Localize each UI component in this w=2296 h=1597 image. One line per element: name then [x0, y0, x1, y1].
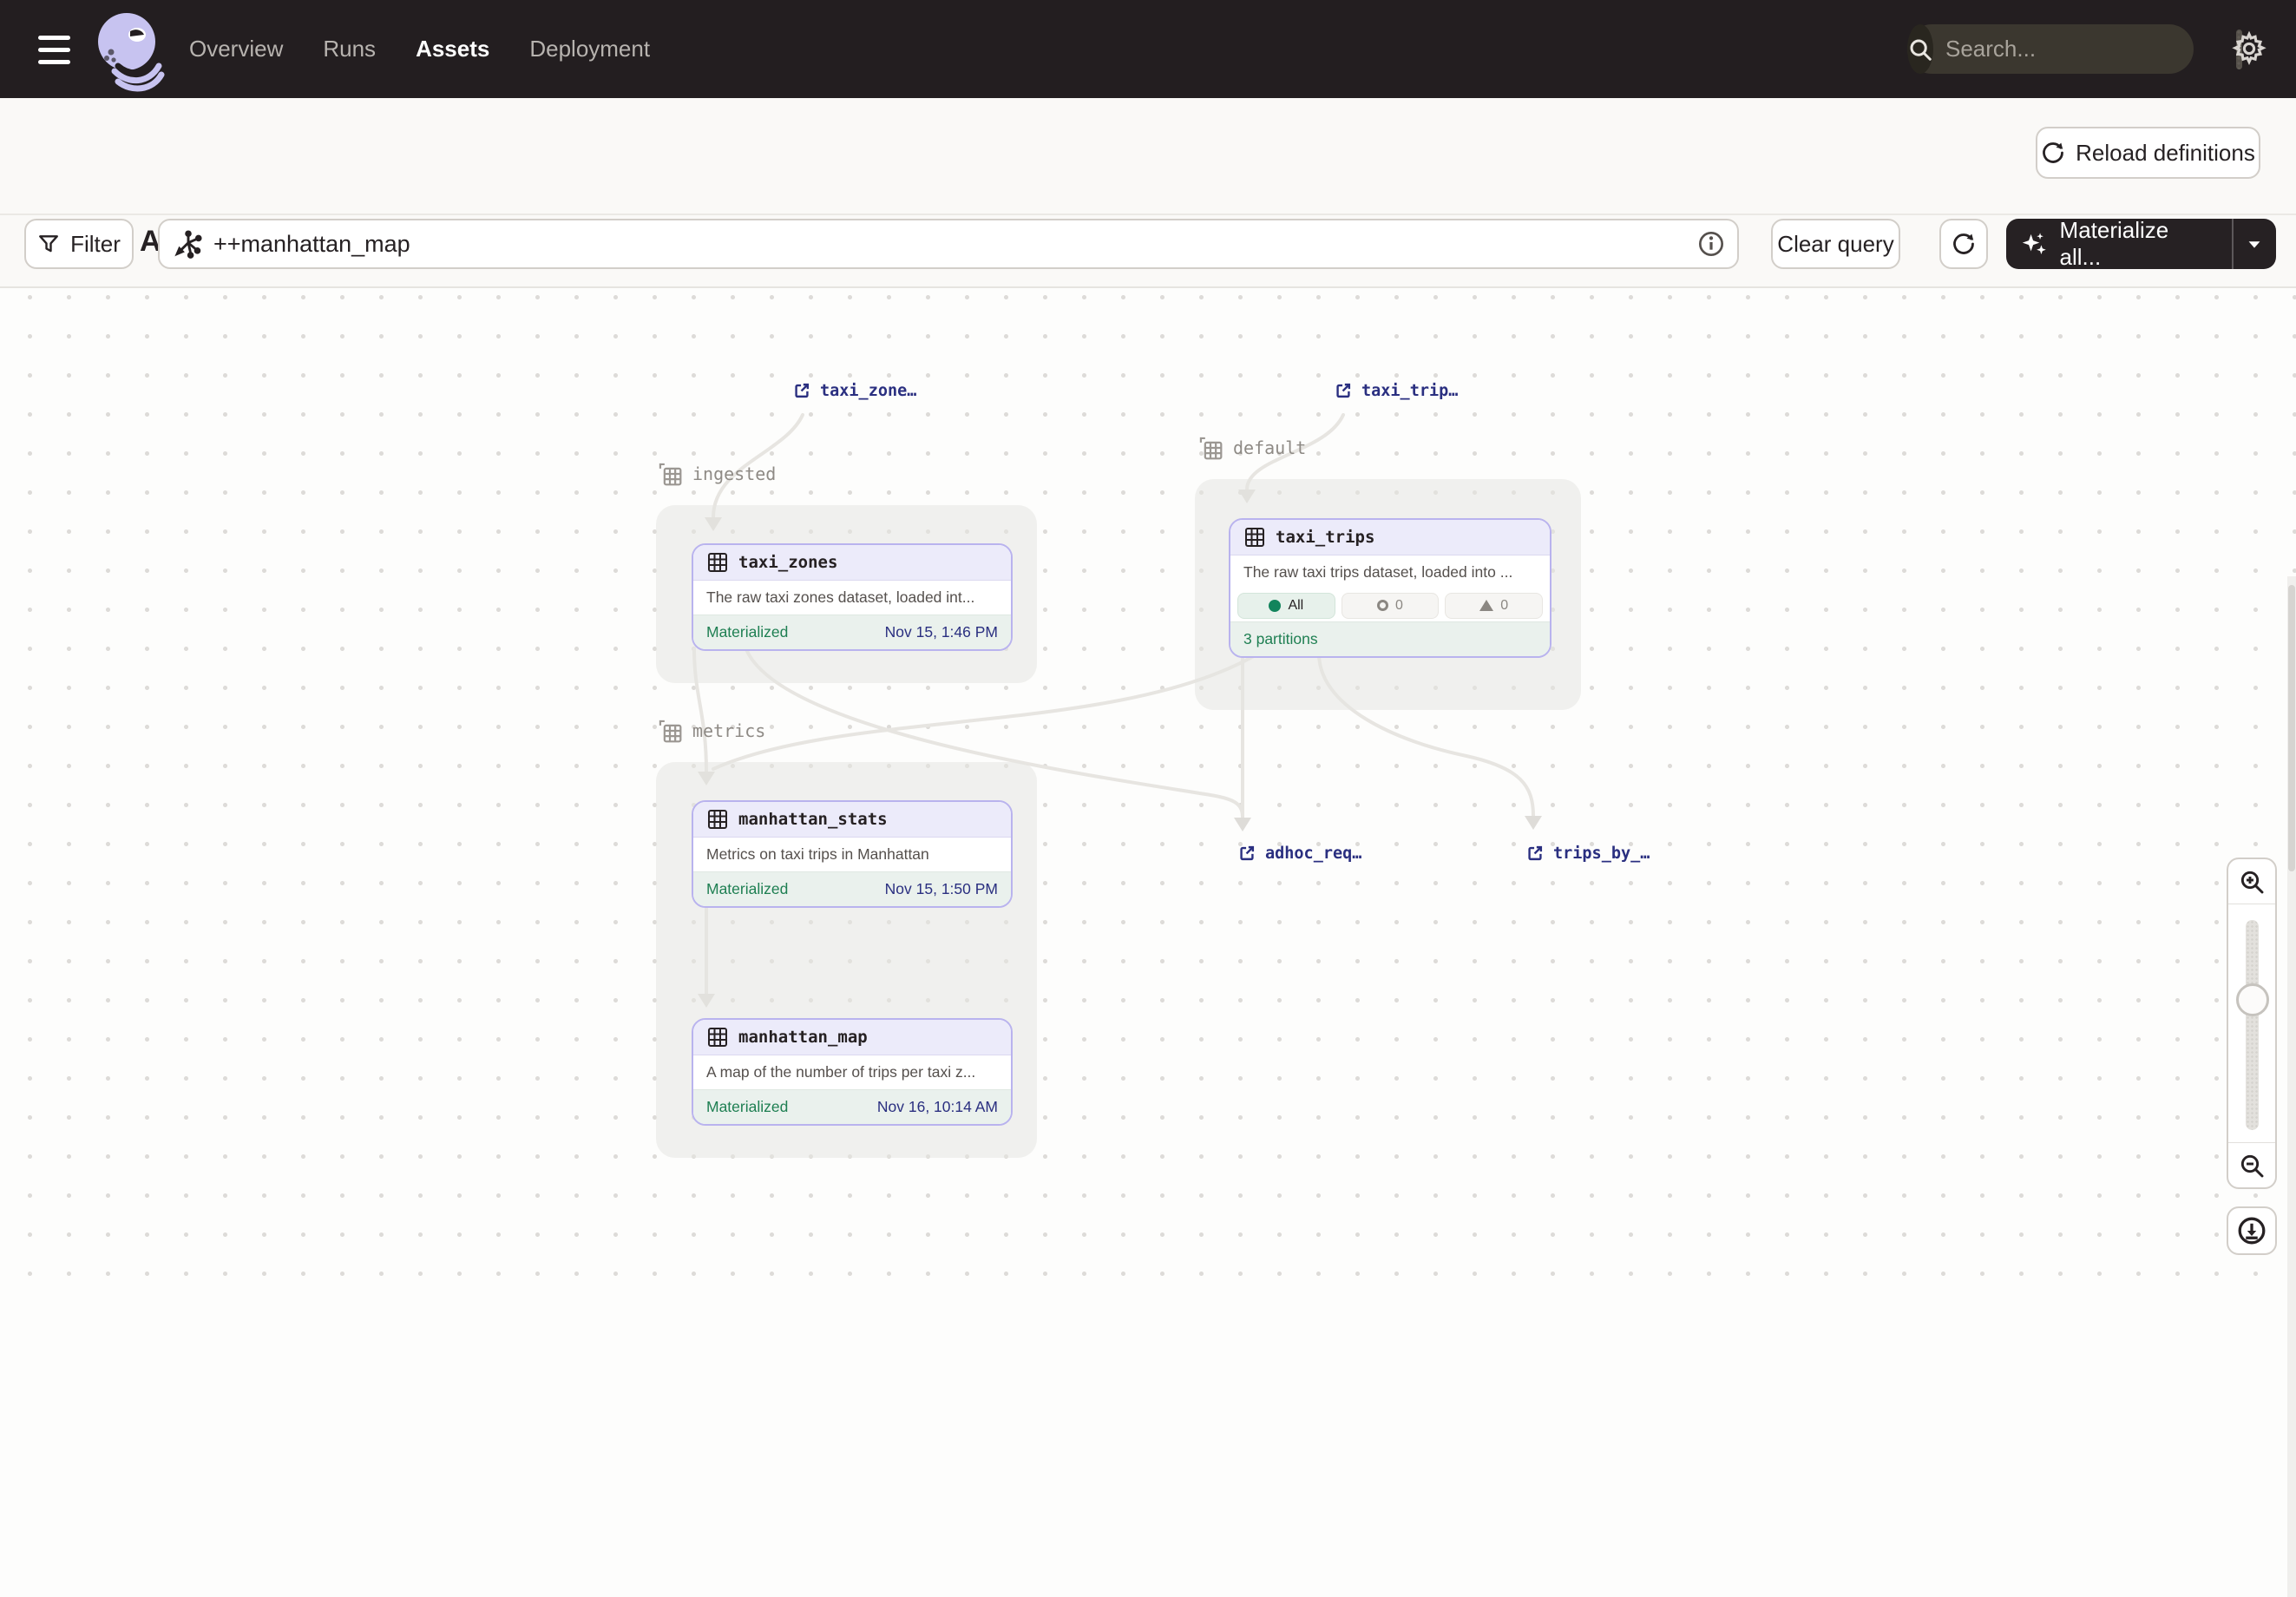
asset-name: taxi_zones	[738, 553, 837, 572]
table-icon	[706, 1026, 729, 1048]
refresh-graph-button[interactable]	[1939, 219, 1988, 269]
filter-funnel-icon	[37, 233, 60, 255]
chevron-down-icon	[2245, 234, 2264, 253]
download-graph-button[interactable]	[2227, 1206, 2277, 1255]
group-table-icon	[656, 717, 684, 745]
sparkle-icon	[2020, 229, 2050, 259]
header-divider	[0, 214, 2296, 215]
external-asset-taxi-trips-file[interactable]: taxi_trip…	[1334, 381, 1458, 400]
group-table-icon	[656, 460, 684, 488]
partitions-failed-badge[interactable]: 0	[1445, 593, 1543, 619]
materialization-timestamp[interactable]: Nov 15, 1:46 PM	[885, 623, 998, 641]
external-link-icon	[1237, 844, 1256, 863]
group-label-metrics[interactable]: metrics	[656, 717, 765, 745]
external-asset-trips-by-week[interactable]: trips_by_…	[1525, 844, 1650, 863]
global-search[interactable]: /	[1907, 24, 2194, 74]
zoom-in-icon	[2238, 868, 2266, 896]
status-badge: Materialized	[706, 880, 788, 898]
table-icon	[706, 551, 729, 574]
dagster-logo	[92, 7, 167, 92]
zoom-slider-track[interactable]	[2246, 920, 2259, 1130]
asset-description: Metrics on taxi trips in Manhattan	[693, 838, 1011, 871]
reload-icon	[2041, 141, 2065, 165]
nav-overview[interactable]: Overview	[189, 36, 283, 62]
search-icon	[1907, 24, 1933, 74]
reload-definitions-button[interactable]: Reload definitions	[2036, 127, 2260, 179]
zoom-out-icon	[2238, 1152, 2266, 1180]
triangle-icon	[1479, 600, 1493, 611]
scrollbar-thumb[interactable]	[2288, 585, 2295, 871]
external-link-icon	[792, 381, 811, 400]
group-label-default[interactable]: default	[1197, 434, 1306, 462]
asset-node-manhattan-stats[interactable]: manhattan_stats Metrics on taxi trips in…	[692, 800, 1013, 908]
asset-description: A map of the number of trips per taxi z.…	[693, 1055, 1011, 1089]
materialize-dropdown-caret[interactable]	[2234, 234, 2276, 253]
asset-name: taxi_trips	[1276, 528, 1374, 547]
asset-node-taxi-zones[interactable]: taxi_zones The raw taxi zones dataset, l…	[692, 543, 1013, 651]
asset-selection-input-wrap	[158, 219, 1739, 269]
external-link-icon	[1334, 381, 1353, 400]
zoom-out-button[interactable]	[2228, 1142, 2275, 1187]
asset-graph-icon	[174, 229, 203, 259]
circle-outline-icon	[1377, 600, 1388, 611]
search-input[interactable]	[1945, 36, 2236, 62]
hamburger-menu-icon[interactable]	[38, 31, 76, 68]
asset-name: manhattan_map	[738, 1028, 868, 1047]
filter-button[interactable]: Filter	[24, 219, 134, 269]
zoom-slider-thumb[interactable]	[2236, 983, 2269, 1016]
asset-node-manhattan-map[interactable]: manhattan_map A map of the number of tri…	[692, 1018, 1013, 1126]
clear-query-button[interactable]: Clear query	[1771, 219, 1900, 269]
zoom-in-button[interactable]	[2228, 859, 2275, 904]
table-icon	[706, 808, 729, 831]
settings-gear-icon[interactable]	[2228, 28, 2270, 69]
asset-node-taxi-trips[interactable]: taxi_trips The raw taxi trips dataset, l…	[1229, 518, 1551, 658]
zoom-panel	[2227, 858, 2277, 1189]
external-link-icon	[1525, 844, 1545, 863]
external-asset-adhoc-request[interactable]: adhoc_req…	[1237, 844, 1361, 863]
materialize-all-button[interactable]: Materialize all...	[2006, 219, 2276, 269]
group-table-icon	[1197, 434, 1224, 462]
nav-runs[interactable]: Runs	[323, 36, 376, 62]
partition-badges: All 0 0	[1230, 589, 1550, 621]
asset-name: manhattan_stats	[738, 810, 888, 829]
materialization-timestamp[interactable]: Nov 15, 1:50 PM	[885, 880, 998, 898]
vertical-scrollbar[interactable]	[2287, 576, 2296, 1597]
partitions-summary: 3 partitions	[1243, 630, 1318, 648]
green-dot-icon	[1269, 600, 1281, 612]
materialize-all-label: Materialize all...	[2060, 217, 2214, 271]
page-header: Global Asset Lineage Reload definitions …	[0, 98, 2296, 288]
lineage-edges	[0, 288, 2296, 1309]
download-icon	[2236, 1215, 2267, 1246]
nav-deployment[interactable]: Deployment	[529, 36, 650, 62]
asset-lineage-canvas[interactable]: ingested default metrics taxi_zone… taxi…	[0, 288, 2296, 1309]
status-badge: Materialized	[706, 623, 788, 641]
status-badge: Materialized	[706, 1098, 788, 1116]
asset-description: The raw taxi zones dataset, loaded int..…	[693, 581, 1011, 614]
top-navbar: Overview Runs Assets Deployment /	[0, 0, 2296, 98]
query-info-icon[interactable]	[1697, 230, 1725, 258]
table-icon	[1243, 526, 1266, 549]
nav-assets[interactable]: Assets	[416, 36, 489, 62]
partitions-all-badge[interactable]: All	[1237, 593, 1335, 619]
group-label-ingested[interactable]: ingested	[656, 460, 776, 488]
asset-selection-input[interactable]	[213, 231, 1697, 258]
refresh-icon	[1952, 232, 1976, 256]
materialization-timestamp[interactable]: Nov 16, 10:14 AM	[877, 1098, 998, 1116]
partitions-missing-badge[interactable]: 0	[1342, 593, 1440, 619]
primary-nav: Overview Runs Assets Deployment	[189, 0, 650, 98]
external-asset-taxi-zones-file[interactable]: taxi_zone…	[792, 381, 916, 400]
asset-description: The raw taxi trips dataset, loaded into …	[1230, 555, 1550, 589]
